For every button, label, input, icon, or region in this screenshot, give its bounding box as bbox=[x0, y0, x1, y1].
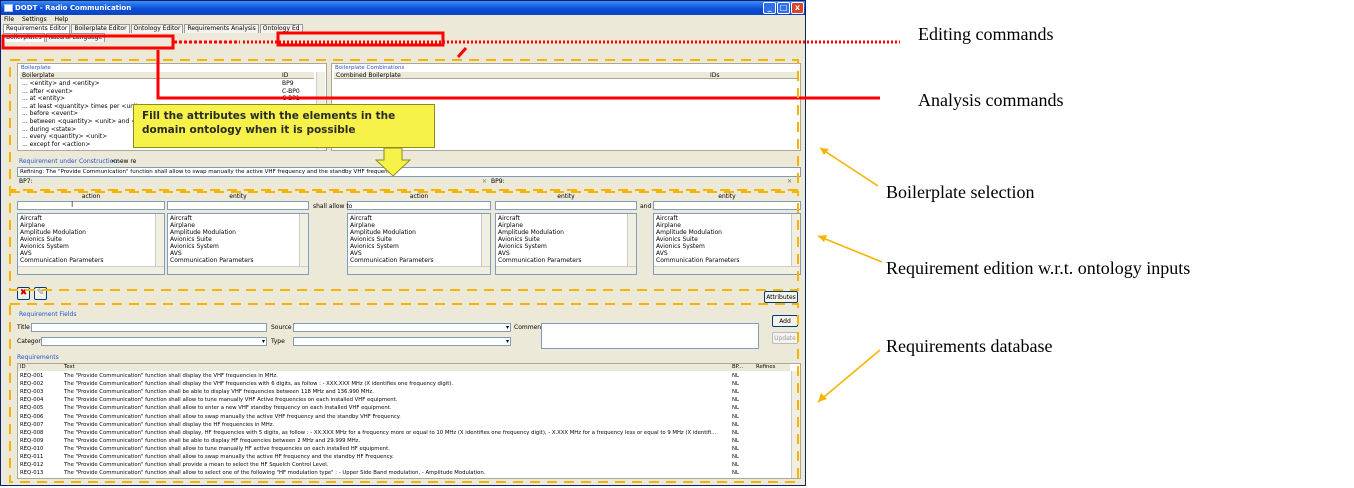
requirement-edition-frame bbox=[9, 191, 799, 291]
analysis-tick bbox=[456, 47, 468, 58]
boilerplate-selection-frame bbox=[9, 59, 799, 191]
analysis-commands-pointer bbox=[156, 50, 880, 100]
boilerplate-selection-arrow bbox=[819, 147, 879, 187]
annotation-requirements-database: Requirements database bbox=[886, 336, 1053, 356]
requirements-database-arrow bbox=[817, 349, 881, 403]
editing-commands-frame bbox=[1, 34, 175, 50]
annotation-boilerplate-selection: Boilerplate selection bbox=[886, 182, 1035, 202]
requirements-database-frame bbox=[9, 303, 799, 483]
annotation-requirement-edition: Requirement edition w.r.t. ontology inpu… bbox=[886, 258, 1191, 278]
annotation-analysis-commands: Analysis commands bbox=[918, 90, 1064, 110]
requirement-edition-arrow bbox=[817, 235, 883, 263]
callout-arrow bbox=[374, 147, 412, 177]
annotation-editing-commands: Editing commands bbox=[918, 24, 1054, 44]
annotation-overlay bbox=[1, 31, 900, 483]
requirements-database-arrowhead bbox=[818, 393, 827, 402]
